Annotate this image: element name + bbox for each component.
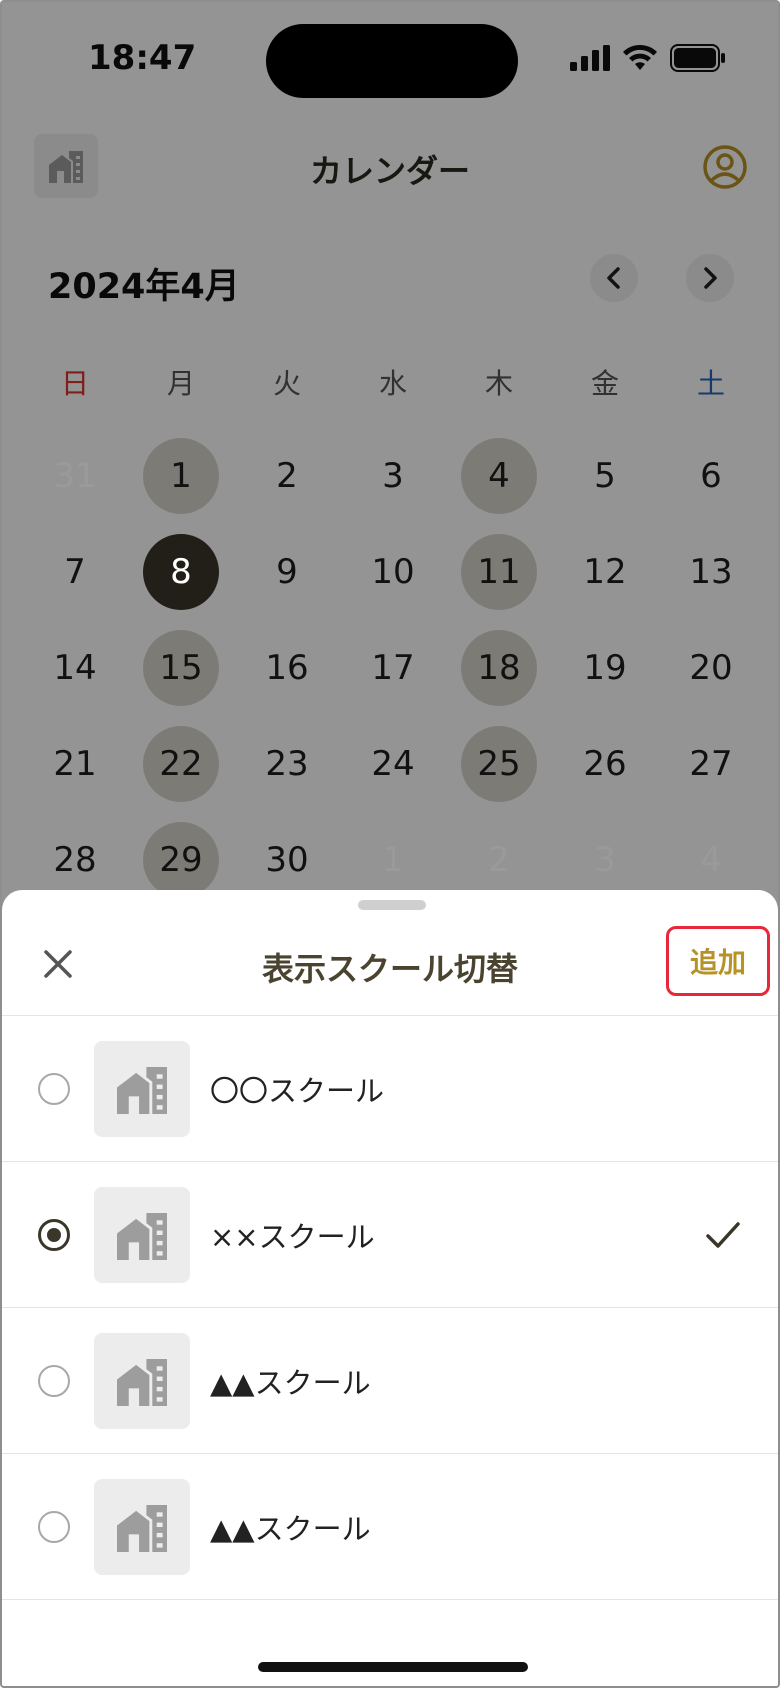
calendar-day-number: 12 bbox=[583, 552, 627, 592]
calendar-day-number: 27 bbox=[689, 744, 733, 784]
calendar-day-number: 26 bbox=[583, 744, 627, 784]
school-thumbnail bbox=[94, 1333, 190, 1429]
calendar-day-number: 8 bbox=[170, 552, 192, 592]
calendar-day-number: 4 bbox=[488, 456, 510, 496]
school-radio[interactable] bbox=[38, 1365, 70, 1397]
calendar-day-number: 3 bbox=[594, 840, 616, 880]
add-school-button[interactable]: 追加 bbox=[666, 926, 770, 996]
calendar-day-number: 31 bbox=[53, 456, 97, 496]
calendar-day-number: 23 bbox=[265, 744, 309, 784]
calendar-day-number: 17 bbox=[371, 648, 415, 688]
calendar-day-number: 30 bbox=[265, 840, 309, 880]
calendar-day-number: 25 bbox=[477, 744, 521, 784]
calendar-day-number: 1 bbox=[382, 840, 404, 880]
calendar-day-number: 14 bbox=[53, 648, 97, 688]
calendar-day-number: 6 bbox=[700, 456, 722, 496]
calendar-day-number: 2 bbox=[488, 840, 510, 880]
school-row[interactable]: ▲▲スクール bbox=[2, 1308, 778, 1454]
calendar-day-number: 2 bbox=[276, 456, 298, 496]
calendar-day-number: 18 bbox=[477, 648, 521, 688]
checkmark-icon bbox=[706, 1222, 740, 1248]
school-thumbnail bbox=[94, 1187, 190, 1283]
calendar-day-number: 21 bbox=[53, 744, 97, 784]
calendar-day-number: 28 bbox=[53, 840, 97, 880]
calendar-day-number: 7 bbox=[64, 552, 86, 592]
school-row-selected[interactable]: ××スクール bbox=[2, 1162, 778, 1308]
calendar-day-number: 15 bbox=[159, 648, 203, 688]
calendar-day-number: 1 bbox=[170, 456, 192, 496]
calendar-day-number: 5 bbox=[594, 456, 616, 496]
sheet-header: 表示スクール切替 追加 bbox=[2, 910, 778, 1016]
calendar-day-number: 3 bbox=[382, 456, 404, 496]
school-switch-sheet: 表示スクール切替 追加 〇〇スクール ××スクール ▲▲スクール ▲▲スクール bbox=[2, 890, 778, 1686]
school-building-icon bbox=[117, 1358, 167, 1406]
school-name: ▲▲スクール bbox=[210, 1366, 371, 1400]
calendar-day-number: 29 bbox=[159, 840, 203, 880]
sheet-grabber[interactable] bbox=[358, 900, 426, 910]
calendar-day-number: 24 bbox=[371, 744, 415, 784]
calendar-day-number: 9 bbox=[276, 552, 298, 592]
sheet-title: 表示スクール切替 bbox=[261, 950, 518, 988]
calendar-day-number: 20 bbox=[689, 648, 733, 688]
school-building-icon bbox=[117, 1212, 167, 1260]
school-building-icon bbox=[117, 1504, 167, 1552]
calendar-day-number: 22 bbox=[159, 744, 203, 784]
school-building-icon bbox=[117, 1066, 167, 1114]
calendar-day-number: 10 bbox=[371, 552, 415, 592]
school-list: 〇〇スクール ××スクール ▲▲スクール ▲▲スクール bbox=[2, 1016, 778, 1600]
school-name: ▲▲スクール bbox=[210, 1512, 371, 1546]
calendar-day-number: 16 bbox=[265, 648, 309, 688]
school-radio[interactable] bbox=[38, 1511, 70, 1543]
school-radio[interactable] bbox=[38, 1073, 70, 1105]
school-row[interactable]: ▲▲スクール bbox=[2, 1454, 778, 1600]
school-thumbnail bbox=[94, 1479, 190, 1575]
school-name: 〇〇スクール bbox=[210, 1074, 385, 1108]
school-row[interactable]: 〇〇スクール bbox=[2, 1016, 778, 1162]
school-name: ××スクール bbox=[210, 1220, 375, 1254]
phone-screen: 18:47 カレンダー 2024年4月 日 月 火 水 木 金 土 31 1 2… bbox=[0, 0, 780, 1688]
calendar-day-number: 11 bbox=[477, 552, 521, 592]
school-radio-selected[interactable] bbox=[38, 1219, 70, 1251]
school-thumbnail bbox=[94, 1041, 190, 1137]
home-indicator[interactable] bbox=[258, 1662, 528, 1672]
calendar-day-number: 19 bbox=[583, 648, 627, 688]
calendar-day-number: 4 bbox=[700, 840, 722, 880]
calendar-day-number: 13 bbox=[689, 552, 733, 592]
